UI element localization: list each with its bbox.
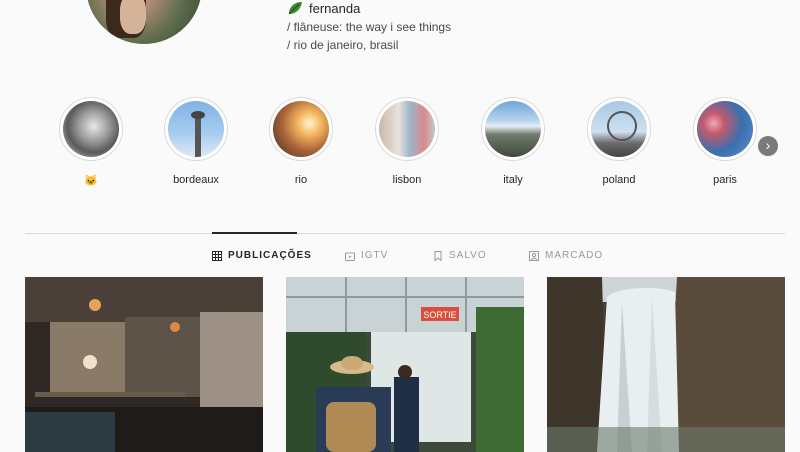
highlight-lisbon[interactable]: lisbon [362, 97, 452, 188]
highlight-italy[interactable]: italy [468, 97, 558, 188]
post-image [547, 277, 785, 452]
tab-marcado[interactable]: MARCADO [529, 250, 603, 261]
tab-label: IGTV [361, 250, 389, 261]
bio-line-1: / flâneuse: the way i see things [287, 20, 452, 34]
profile-bio: fernanda / flâneuse: the way i see thing… [287, 0, 451, 53]
post-waterfall[interactable] [547, 277, 785, 452]
highlight-thumb [591, 101, 647, 157]
tab-label: SALVO [449, 250, 487, 261]
highlights-next-button[interactable]: › [758, 136, 778, 156]
tab-salvo[interactable]: SALVO [433, 250, 487, 261]
highlight-thumb [273, 101, 329, 157]
highlight-cat[interactable]: 🐱 [46, 97, 136, 188]
highlight-label: poland [602, 174, 636, 186]
highlight-label: paris [713, 174, 737, 186]
active-tab-indicator [212, 232, 297, 234]
post-image: SORTIE [286, 277, 524, 452]
highlight-paris[interactable]: paris [680, 97, 770, 188]
highlight-poland[interactable]: poland [574, 97, 664, 188]
post-greenhouse[interactable]: SORTIE [286, 277, 524, 452]
post-image [25, 277, 263, 452]
tab-label: MARCADO [545, 250, 604, 261]
highlight-thumb [168, 101, 224, 157]
tab-igtv[interactable]: IGTV [345, 250, 388, 261]
chevron-right-icon: › [765, 137, 771, 153]
avatar-skin-shape [120, 0, 146, 34]
highlight-thumb [485, 101, 541, 157]
highlight-label: rio [294, 174, 308, 186]
bio-line-2: / rio de janeiro, brasil [287, 38, 399, 52]
leaf-icon [288, 2, 302, 15]
profile-name: fernanda [309, 0, 361, 16]
tag-icon [529, 250, 539, 261]
sortie-sign-text: SORTIE [423, 310, 456, 320]
bookmark-icon [434, 250, 442, 261]
post-cafe[interactable] [25, 277, 263, 452]
highlight-rio[interactable]: rio [256, 97, 346, 188]
highlight-label: lisbon [392, 174, 422, 186]
highlight-thumb [63, 101, 119, 157]
highlight-thumb [379, 101, 435, 157]
highlight-label: italy [503, 174, 523, 186]
highlight-label: bordeaux [173, 174, 219, 186]
tv-icon [345, 252, 355, 261]
tab-label: PUBLICAÇÕES [228, 250, 312, 261]
profile-avatar[interactable] [86, 0, 202, 44]
story-highlights: 🐱 bordeaux rio lisbon italy poland paris [0, 97, 800, 197]
highlight-thumb [697, 101, 753, 157]
highlight-label: 🐱 [84, 175, 98, 187]
highlight-bordeaux[interactable]: bordeaux [151, 97, 241, 188]
tab-publicacoes[interactable]: PUBLICAÇÕES [212, 250, 312, 261]
grid-icon [212, 250, 222, 261]
tabs-divider [25, 233, 785, 234]
